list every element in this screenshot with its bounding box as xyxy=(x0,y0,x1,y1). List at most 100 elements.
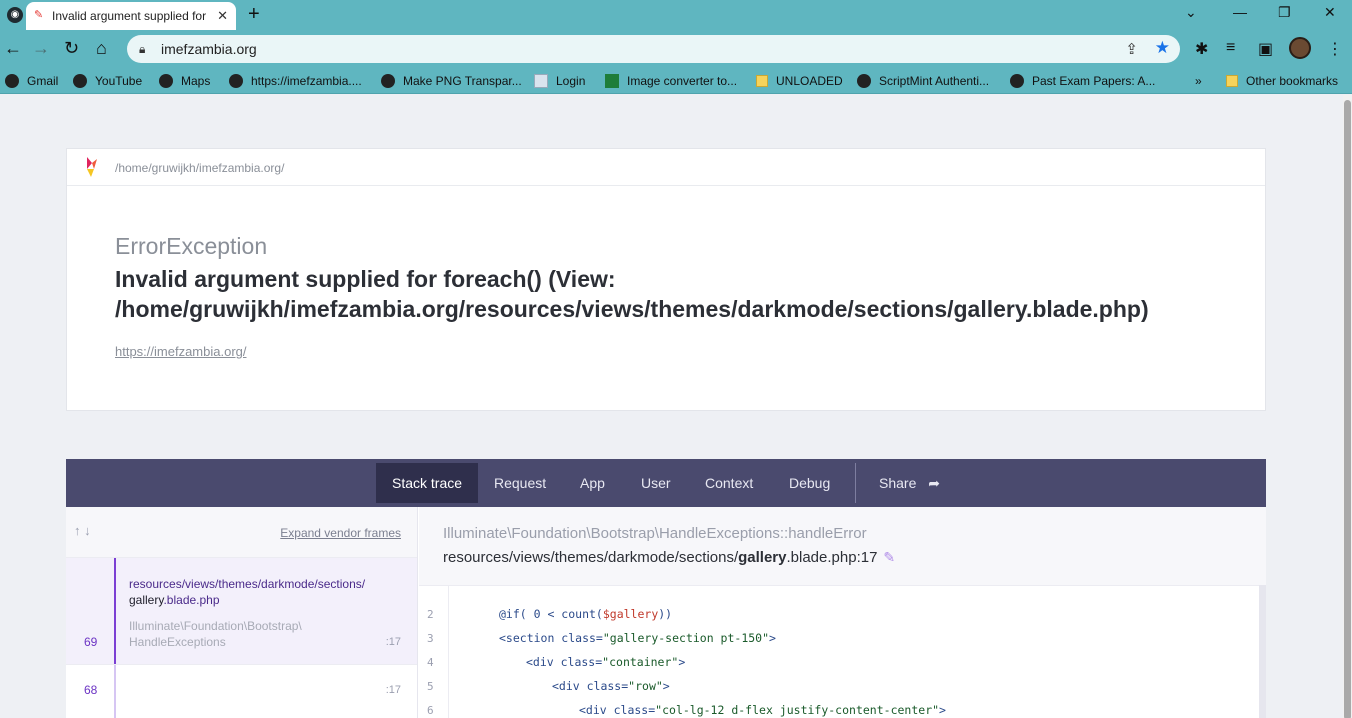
error-card-header: /home/gruwijkh/imefzambia.org/ xyxy=(67,149,1265,186)
new-tab-icon[interactable]: + xyxy=(248,3,260,26)
bookmark-gmail[interactable]: Gmail xyxy=(5,73,58,89)
url-text: imefzambia.org xyxy=(161,41,257,57)
frame-item-selected[interactable]: resources/views/themes/darkmode/sections… xyxy=(66,557,417,664)
globe-icon xyxy=(1010,74,1024,88)
share-arrow-icon: ➦ xyxy=(928,475,940,491)
page-scrollbar[interactable] xyxy=(1343,95,1352,718)
frame-class: Illuminate\Foundation\Bootstrap\ HandleE… xyxy=(129,619,302,649)
share-label: Share xyxy=(879,475,917,491)
panel-tabs: Stack trace Request App User Context Deb… xyxy=(66,459,1266,507)
error-card: /home/gruwijkh/imefzambia.org/ ErrorExce… xyxy=(66,148,1266,411)
tab-debug[interactable]: Debug xyxy=(773,463,846,503)
frame-detail-class: Illuminate\Foundation\Bootstrap\HandleEx… xyxy=(443,525,867,542)
code-line: <div class="row"> xyxy=(552,679,670,693)
code-line-number: 3 xyxy=(427,632,434,645)
ignition-logo-icon xyxy=(87,157,97,177)
frame-number: 68 xyxy=(84,683,98,697)
code-line-number: 5 xyxy=(427,680,434,693)
address-toolbar: ← → ↻ ⌂ 🔒︎ imefzambia.org ⇪ ★ ✱ ≡ ▣ ⋮ xyxy=(0,30,1352,68)
tab-context[interactable]: Context xyxy=(689,463,769,503)
star-icon[interactable]: ★ xyxy=(1155,38,1170,58)
frame-line: :17 xyxy=(385,636,401,648)
frame-number: 69 xyxy=(84,635,98,649)
code-line-number: 6 xyxy=(427,704,434,717)
avatar[interactable] xyxy=(1289,37,1311,59)
nav-divider xyxy=(855,463,856,503)
bookmark-past-exam-papers[interactable]: Past Exam Papers: A... xyxy=(1010,73,1155,89)
bookmark-make-png[interactable]: Make PNG Transpar... xyxy=(381,73,522,89)
globe-icon xyxy=(159,74,173,88)
other-bookmarks[interactable]: Other bookmarks xyxy=(1226,73,1338,89)
tab-request[interactable]: Request xyxy=(478,463,562,503)
bookmark-image-converter[interactable]: Image converter to... xyxy=(605,73,737,89)
frame-detail-file: resources/views/themes/darkmode/sections… xyxy=(443,549,896,566)
bookmark-imefzambia[interactable]: https://imefzambia.... xyxy=(229,73,362,89)
bookmark-login[interactable]: Login xyxy=(534,73,585,89)
frame-line: :17 xyxy=(385,684,401,696)
chevron-down-icon[interactable]: ⌄ xyxy=(1185,4,1197,21)
code-line: @if( 0 < count($gallery)) xyxy=(499,607,673,621)
edit-pencil-icon[interactable]: ✎ xyxy=(883,549,895,565)
chrome-menu-icon[interactable]: ◉ xyxy=(7,7,23,23)
home-icon[interactable]: ⌂ xyxy=(96,38,107,59)
bookmark-maps[interactable]: Maps xyxy=(159,73,210,89)
folder-icon xyxy=(1226,75,1238,87)
code-gutter xyxy=(419,586,449,718)
stack-trace-panel: Stack trace Request App User Context Deb… xyxy=(66,459,1266,718)
frame-marker xyxy=(114,558,116,664)
extensions-icon[interactable]: ✱ xyxy=(1195,39,1208,59)
reload-icon[interactable]: ↻ xyxy=(64,38,79,59)
exception-class: ErrorException xyxy=(115,233,268,259)
media-icon[interactable]: ≡ xyxy=(1226,39,1235,57)
folder-icon xyxy=(756,75,768,87)
globe-icon xyxy=(73,74,87,88)
code-line: <div class="col-lg-12 d-flex justify-con… xyxy=(579,703,946,717)
globe-icon xyxy=(229,74,243,88)
code-snippet: 2 3 4 5 6 @if( 0 < count($gallery)) <sec… xyxy=(419,585,1259,718)
browser-tab[interactable]: ✎ Invalid argument supplied for foreach(… xyxy=(26,2,236,30)
tab-user[interactable]: User xyxy=(625,463,687,503)
request-url-link[interactable]: https://imefzambia.org/ xyxy=(115,344,247,359)
frame-nav-arrows-icon[interactable]: ↑ ↓ xyxy=(74,523,91,538)
kebab-menu-icon[interactable]: ⋮ xyxy=(1327,39,1343,59)
globe-icon xyxy=(381,74,395,88)
more-bookmarks-icon[interactable]: » xyxy=(1195,73,1202,89)
lock-icon[interactable]: 🔒︎ xyxy=(139,42,145,57)
bookmark-youtube[interactable]: YouTube xyxy=(73,73,142,89)
side-panel-icon[interactable]: ▣ xyxy=(1258,39,1273,59)
expand-vendor-frames-link[interactable]: Expand vendor frames xyxy=(280,526,401,540)
close-icon[interactable]: ✕ xyxy=(217,8,228,24)
code-line: <div class="container"> xyxy=(526,655,686,669)
code-line-number: 4 xyxy=(427,656,434,669)
globe-icon xyxy=(5,74,19,88)
globe-icon xyxy=(857,74,871,88)
exception-message: Invalid argument supplied for foreach() … xyxy=(115,266,1149,322)
bookmarks-bar: Gmail YouTube Maps https://imefzambia...… xyxy=(0,68,1352,94)
frame-list: ↑ ↓ Expand vendor frames resources/views… xyxy=(66,507,418,718)
url-input[interactable]: 🔒︎ imefzambia.org ⇪ ★ xyxy=(127,35,1180,63)
frame-file-path: resources/views/themes/darkmode/sections… xyxy=(129,577,366,607)
close-window-icon[interactable]: ✕ xyxy=(1324,4,1336,21)
frame-detail: Illuminate\Foundation\Bootstrap\HandleEx… xyxy=(419,507,1266,718)
bookmark-scriptmint[interactable]: ScriptMint Authenti... xyxy=(857,73,989,89)
bookmark-unloaded[interactable]: UNLOADED xyxy=(756,73,843,89)
favicon-icon: ✎ xyxy=(34,9,44,21)
tab-title: Invalid argument supplied for foreach() xyxy=(52,9,207,23)
forward-icon[interactable]: → xyxy=(32,38,50,59)
minimize-icon[interactable]: — xyxy=(1233,4,1247,20)
code-line-number: 2 xyxy=(427,608,434,621)
share-icon[interactable]: ⇪ xyxy=(1125,40,1138,58)
browser-tab-strip: ◉ ✎ Invalid argument supplied for foreac… xyxy=(0,0,1352,30)
back-icon[interactable]: ← xyxy=(4,38,22,59)
frame-marker xyxy=(114,665,116,718)
frame-item[interactable]: 68 :17 xyxy=(66,664,417,718)
image-converter-icon xyxy=(605,74,619,88)
share-button[interactable]: Share ➦ xyxy=(863,463,956,503)
tab-app[interactable]: App xyxy=(564,463,621,503)
code-scrollbar[interactable] xyxy=(1259,585,1266,718)
restore-icon[interactable]: ❐ xyxy=(1278,4,1291,21)
tab-stack-trace[interactable]: Stack trace xyxy=(376,463,479,503)
scrollbar-thumb[interactable] xyxy=(1344,100,1351,718)
project-path: /home/gruwijkh/imefzambia.org/ xyxy=(115,161,285,175)
login-site-icon xyxy=(534,74,548,88)
